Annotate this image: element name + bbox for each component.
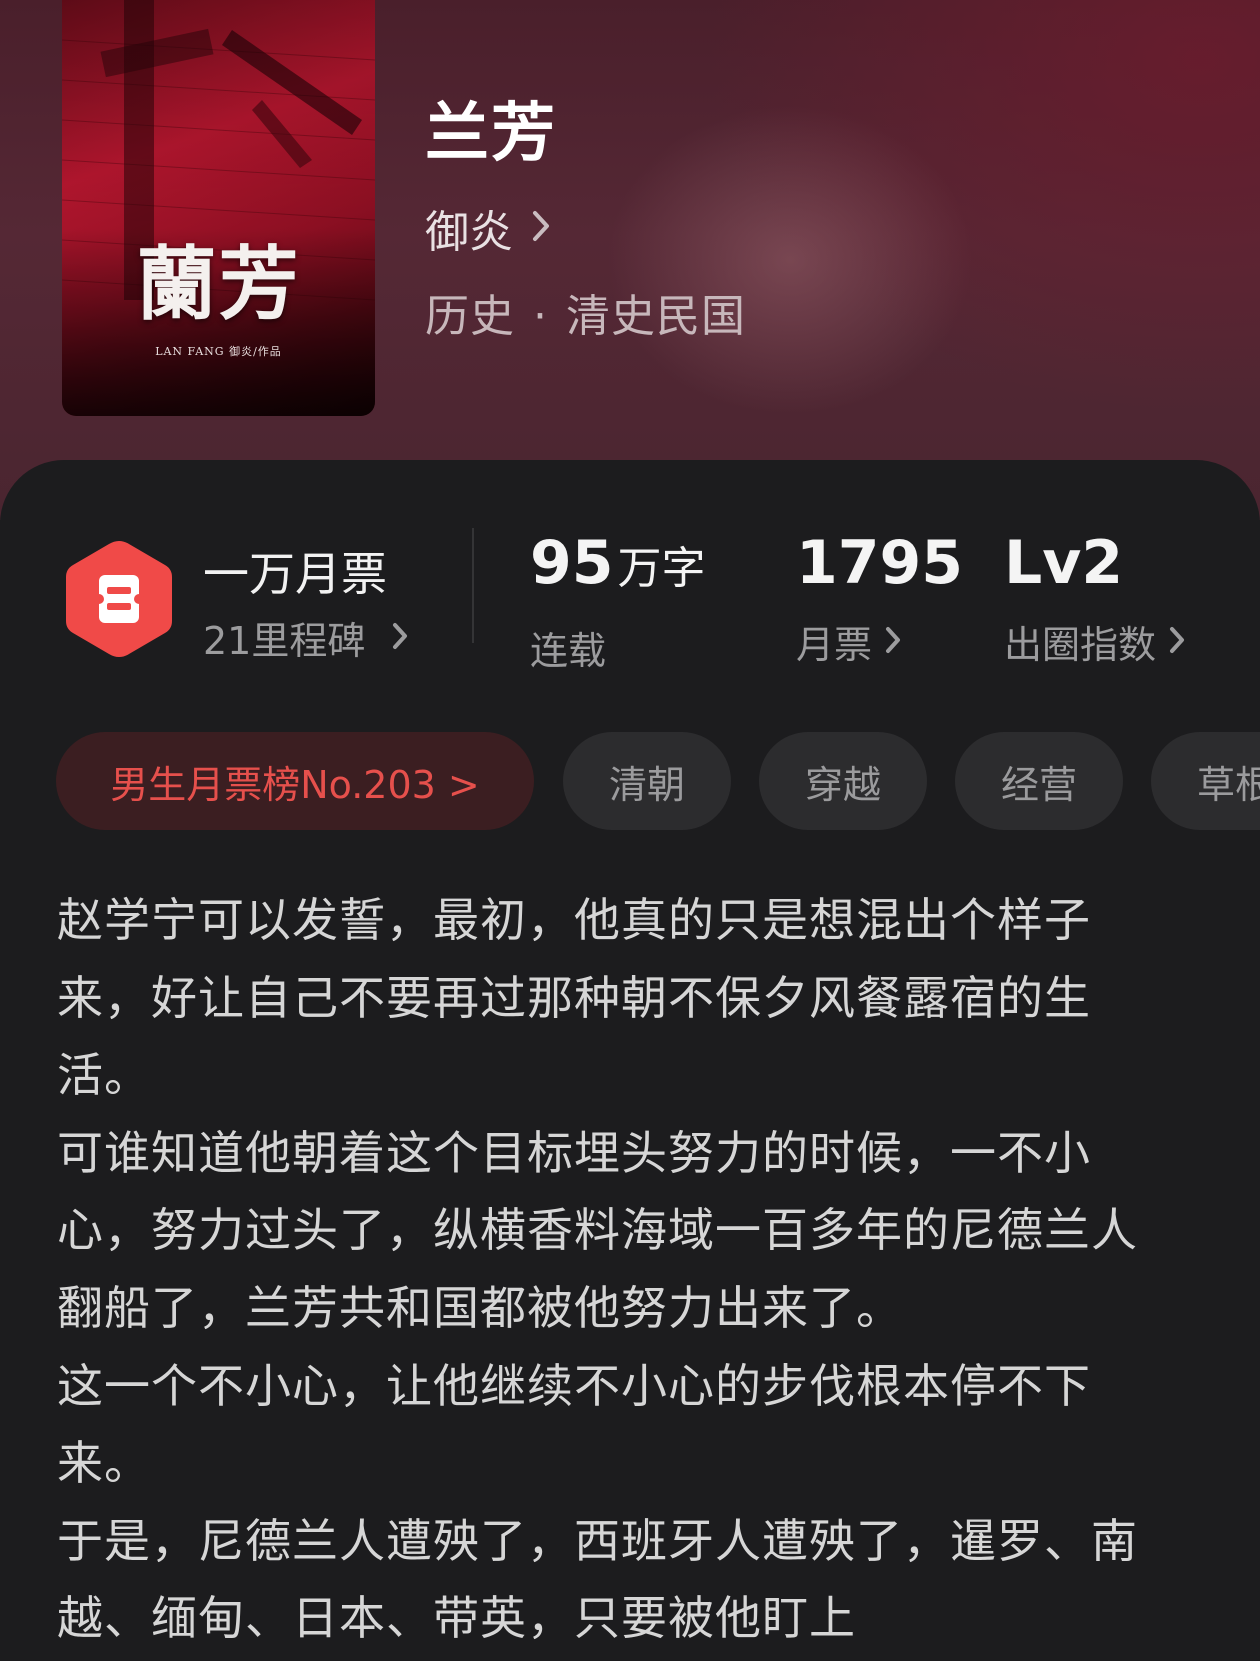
chevron-right-icon <box>531 203 551 254</box>
book-header: 蘭芳 LAN FANG 御炎/作品 兰芳 御炎 历史 · 清史民国 <box>0 0 1260 520</box>
ticket-milestone-title: 一万月票 <box>203 547 387 601</box>
genre-line: 历史 · 清史民国 <box>425 280 746 344</box>
author-link[interactable]: 御炎 <box>425 196 551 260</box>
author-name: 御炎 <box>425 207 513 258</box>
book-cover[interactable]: 蘭芳 LAN FANG 御炎/作品 <box>62 0 375 416</box>
genre-separator: · <box>533 291 548 342</box>
stat-popularity-index[interactable]: Lv2 出圈指数 <box>1004 528 1186 669</box>
genre: 历史 <box>425 291 515 342</box>
synopsis-paragraph: 于是，尼德兰人遭殃了，西班牙人遭殃了，暹罗、南越、缅甸、日本、带英，只要被他盯上 <box>57 1513 1138 1646</box>
tag-chip[interactable]: 清朝 <box>563 732 731 830</box>
tag-chip[interactable]: 穿越 <box>759 732 927 830</box>
tag-list: 男生月票榜No.203 > 清朝 穿越 经营 草根 <box>56 732 1260 830</box>
synopsis-paragraph: 可谁知道他朝着这个目标埋头努力的时候，一不小心，努力过头了，纵横香料海域一百多年… <box>57 1125 1138 1335</box>
stat-word-count: 95 万字 连载 <box>530 528 706 675</box>
cover-title: 蘭芳 <box>136 237 301 331</box>
word-count-value: 95 <box>530 528 614 598</box>
popularity-level-value: Lv2 <box>1004 528 1124 598</box>
monthly-ticket-label: 月票 <box>796 623 873 667</box>
ticket-hexagon-icon[interactable] <box>62 537 176 661</box>
stat-monthly-tickets[interactable]: 1795 月票 <box>796 528 963 669</box>
tag-chip[interactable]: 经营 <box>955 732 1123 830</box>
stats-divider <box>472 528 474 643</box>
chevron-right-icon <box>884 620 902 664</box>
chevron-right-icon <box>391 616 409 660</box>
cover-byline: LAN FANG 御炎/作品 <box>155 345 282 358</box>
tag-chip[interactable]: 草根 <box>1151 732 1260 830</box>
book-synopsis[interactable]: 赵学宁可以发誓，最初，他真的只是想混出个样子来，好让自己不要再过那种朝不保夕风餐… <box>57 882 1177 1658</box>
popularity-index-label: 出圈指数 <box>1004 623 1157 667</box>
ranking-tag[interactable]: 男生月票榜No.203 > <box>56 732 534 830</box>
monthly-ticket-value: 1795 <box>796 528 963 598</box>
book-title: 兰芳 <box>425 97 557 171</box>
ticket-milestone-subtitle: 21里程碑 <box>203 619 366 663</box>
synopsis-paragraph: 这一个不小心，让他继续不小心的步伐根本停不下来。 <box>57 1358 1091 1491</box>
serial-status-label: 连载 <box>530 629 607 673</box>
subgenre: 清史民国 <box>566 291 746 342</box>
book-detail-page: 蘭芳 LAN FANG 御炎/作品 兰芳 御炎 历史 · 清史民国 一万月票 21里… <box>0 0 1260 1661</box>
synopsis-paragraph: 赵学宁可以发誓，最初，他真的只是想混出个样子来，好让自己不要再过那种朝不保夕风餐… <box>57 893 1091 1103</box>
word-count-unit: 万字 <box>617 543 706 594</box>
ticket-milestone-link[interactable]: 21里程碑 <box>203 610 409 665</box>
chevron-right-icon <box>1168 620 1186 664</box>
